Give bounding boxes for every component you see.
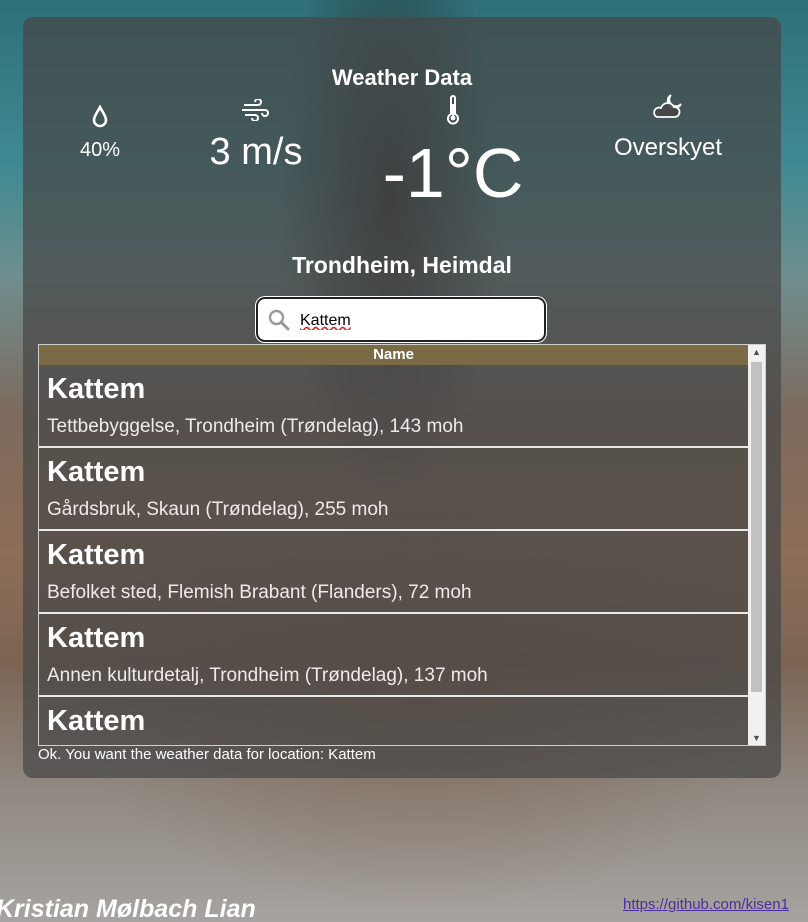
scroll-down-arrow-icon[interactable]: ▼: [748, 731, 765, 745]
sky-stat: Overskyet: [593, 92, 743, 162]
wind-icon: [242, 99, 269, 121]
status-message: Ok. You want the weather data for locati…: [38, 746, 376, 763]
result-description: Befolket sted, Flemish Brabant (Flanders…: [47, 582, 472, 603]
cloudy-moon-icon: [653, 94, 682, 118]
result-description: Annen kulturdetalj, Trondheim (Trøndelag…: [47, 665, 488, 686]
water-drop-icon: [92, 105, 108, 128]
result-row[interactable]: Kattem: [39, 697, 748, 745]
search-box[interactable]: [256, 297, 546, 342]
weather-panel: Weather Data 40% 3 m/s -1°C Overskyet Tr…: [23, 17, 781, 778]
humidity-stat: 40%: [75, 105, 125, 162]
result-name: Kattem: [47, 705, 146, 737]
result-row[interactable]: Kattem Annen kulturdetalj, Trondheim (Tr…: [39, 614, 748, 697]
result-row[interactable]: Kattem Befolket sted, Flemish Brabant (F…: [39, 531, 748, 614]
scrollbar-thumb[interactable]: [751, 362, 762, 692]
results-list: Kattem Tettbebyggelse, Trondheim (Trønde…: [39, 365, 748, 745]
result-name: Kattem: [47, 539, 146, 571]
result-name: Kattem: [47, 456, 146, 488]
wind-value: 3 m/s: [209, 131, 303, 173]
github-link[interactable]: https://github.com/kisen1: [623, 896, 789, 913]
result-row[interactable]: Kattem Tettbebyggelse, Trondheim (Trønde…: [39, 365, 748, 448]
result-description: Tettbebyggelse, Trondheim (Trøndelag), 1…: [47, 416, 464, 437]
scroll-up-arrow-icon[interactable]: ▲: [748, 345, 765, 359]
temperature-stat: -1°C: [363, 95, 543, 213]
column-header-name[interactable]: Name: [39, 345, 748, 365]
wind-stat: 3 m/s: [191, 99, 321, 174]
result-name: Kattem: [47, 622, 146, 654]
humidity-value: 40%: [79, 139, 121, 161]
sky-value: Overskyet: [613, 134, 723, 161]
results-scrollbar[interactable]: ▲ ▼: [748, 345, 765, 745]
thermometer-icon: [447, 95, 459, 125]
results-table: Name Kattem Tettbebyggelse, Trondheim (T…: [38, 344, 766, 746]
search-input[interactable]: [298, 307, 537, 335]
location-name: Trondheim, Heimdal: [292, 252, 512, 278]
search-icon: [268, 309, 290, 331]
temperature-value: -1°C: [382, 134, 524, 212]
result-description: Gårdsbruk, Skaun (Trøndelag), 255 moh: [47, 499, 389, 520]
result-row[interactable]: Kattem Gårdsbruk, Skaun (Trøndelag), 255…: [39, 448, 748, 531]
author-name: Kristian Mølbach Lian: [0, 895, 256, 922]
result-name: Kattem: [47, 373, 146, 405]
page-title: Weather Data: [331, 65, 473, 90]
